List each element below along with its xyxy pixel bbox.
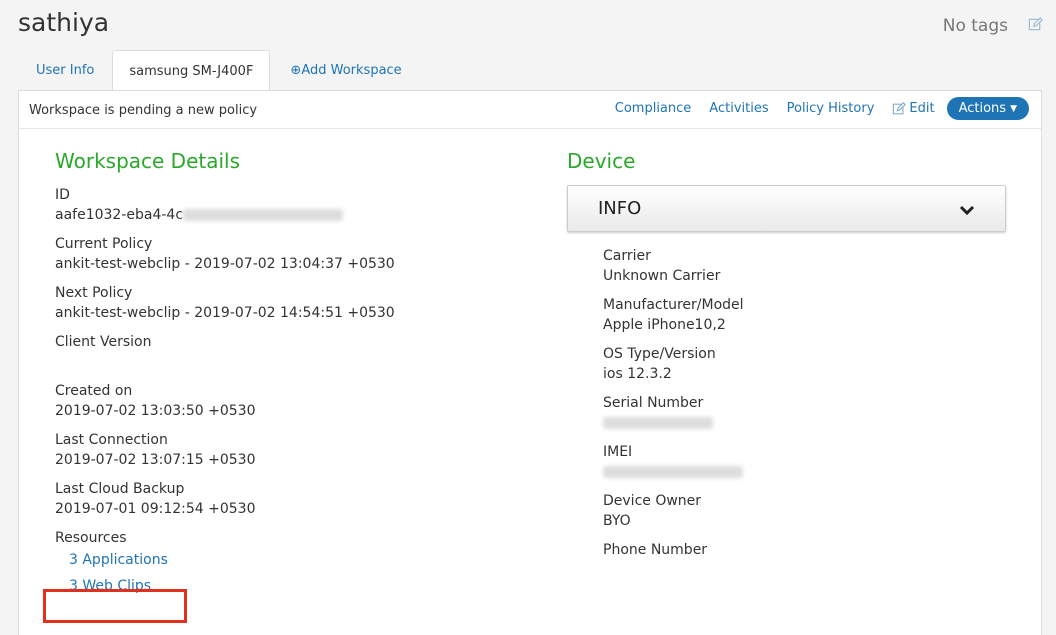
redacted-id <box>183 209 344 221</box>
serial-value <box>603 413 1017 433</box>
redacted-imei <box>603 466 743 478</box>
activities-link[interactable]: Activities <box>709 101 768 116</box>
serial-field: Serial Number <box>603 393 1017 433</box>
os-field: OS Type/Version ios 12.3.2 <box>603 344 1017 384</box>
edit-label: Edit <box>909 101 935 116</box>
add-workspace-label: Add Workspace <box>301 63 402 78</box>
last-connection-value: 2019-07-02 13:07:15 +0530 <box>55 452 256 468</box>
policy-history-link[interactable]: Policy History <box>787 101 875 116</box>
tab-samsung-device[interactable]: samsung SM-J400F <box>112 50 271 92</box>
current-policy-value: ankit-test-webclip - 2019-07-02 13:04:37… <box>55 256 395 272</box>
imei-value <box>603 462 1017 482</box>
owner-value: BYO <box>603 513 631 529</box>
caret-down-icon: ▼ <box>1010 103 1017 114</box>
workspace-details-section: Workspace Details ID aafe1032-eba4-4c Cu… <box>55 149 535 605</box>
panel-header: Workspace is pending a new policy Compli… <box>19 91 1041 129</box>
last-backup-label: Last Cloud Backup <box>55 481 185 497</box>
actions-label: Actions <box>958 101 1007 116</box>
info-dropdown-label: INFO <box>598 198 642 219</box>
id-label: ID <box>55 187 70 203</box>
os-label: OS Type/Version <box>603 346 716 362</box>
compliance-link[interactable]: Compliance <box>615 101 692 116</box>
imei-label: IMEI <box>603 444 633 460</box>
owner-label: Device Owner <box>603 493 702 509</box>
id-field: ID aafe1032-eba4-4c <box>55 185 535 225</box>
created-label: Created on <box>55 383 133 399</box>
device-section: Device INFO Carrier Unknown Carrier Manu… <box>567 149 1017 589</box>
last-backup-field: Last Cloud Backup 2019-07-01 09:12:54 +0… <box>55 479 535 519</box>
owner-field: Device Owner BYO <box>603 491 1017 531</box>
client-version-label: Client Version <box>55 334 152 350</box>
device-fields: Carrier Unknown Carrier Manufacturer/Mod… <box>567 246 1017 580</box>
header-actions: Compliance Activities Policy History Edi… <box>615 97 1029 120</box>
model-value: Apple iPhone10,2 <box>603 317 726 333</box>
carrier-value: Unknown Carrier <box>603 268 721 284</box>
phone-field: Phone Number <box>603 540 1017 580</box>
carrier-label: Carrier <box>603 248 651 264</box>
tab-add-workspace[interactable]: ⊕Add Workspace <box>270 50 419 91</box>
redacted-serial <box>603 417 713 429</box>
next-policy-label: Next Policy <box>55 285 133 301</box>
edit-icon <box>893 101 907 114</box>
client-version-value <box>55 352 535 372</box>
workspace-status: Workspace is pending a new policy <box>29 103 258 118</box>
info-dropdown[interactable]: INFO <box>567 185 1006 232</box>
os-value: ios 12.3.2 <box>603 366 672 382</box>
model-label: Manufacturer/Model <box>603 297 744 313</box>
current-policy-field: Current Policy ankit-test-webclip - 2019… <box>55 234 535 274</box>
applications-link[interactable]: 3 Applications <box>69 550 535 570</box>
web-clips-highlight-box <box>43 589 187 623</box>
resources-label: Resources <box>55 530 127 546</box>
next-policy-value: ankit-test-webclip - 2019-07-02 14:54:51… <box>55 305 395 321</box>
serial-label: Serial Number <box>603 395 704 411</box>
created-field: Created on 2019-07-02 13:03:50 +0530 <box>55 381 535 421</box>
phone-value <box>603 560 1017 580</box>
model-field: Manufacturer/Model Apple iPhone10,2 <box>603 295 1017 335</box>
resources-field: Resources 3 Applications 3 Web Clips <box>55 528 535 596</box>
tab-user-info[interactable]: User Info <box>18 50 112 91</box>
client-version-field: Client Version <box>55 332 535 372</box>
username-title: sathiya <box>18 8 110 37</box>
created-value: 2019-07-02 13:03:50 +0530 <box>55 403 256 419</box>
device-title: Device <box>567 149 636 173</box>
last-backup-value: 2019-07-01 09:12:54 +0530 <box>55 501 256 517</box>
imei-field: IMEI <box>603 442 1017 482</box>
id-value-text: aafe1032-eba4-4c <box>55 207 184 223</box>
carrier-field: Carrier Unknown Carrier <box>603 246 1017 286</box>
last-connection-field: Last Connection 2019-07-02 13:07:15 +053… <box>55 430 535 470</box>
workspace-tabs: User Info samsung SM-J400F ⊕Add Workspac… <box>18 49 420 92</box>
plus-circle-icon: ⊕ <box>290 63 302 78</box>
current-policy-label: Current Policy <box>55 236 153 252</box>
last-connection-label: Last Connection <box>55 432 168 448</box>
chevron-down-icon <box>959 202 975 221</box>
edit-button[interactable]: Edit <box>892 101 935 116</box>
tags-label: No tags <box>942 16 1008 36</box>
edit-tags-icon[interactable] <box>1028 17 1044 33</box>
phone-label: Phone Number <box>603 542 708 558</box>
id-value: aafe1032-eba4-4c <box>55 205 535 225</box>
actions-dropdown-button[interactable]: Actions ▼ <box>946 97 1029 120</box>
workspace-details-title: Workspace Details <box>55 149 241 173</box>
next-policy-field: Next Policy ankit-test-webclip - 2019-07… <box>55 283 535 323</box>
workspace-panel: Workspace is pending a new policy Compli… <box>18 90 1042 635</box>
